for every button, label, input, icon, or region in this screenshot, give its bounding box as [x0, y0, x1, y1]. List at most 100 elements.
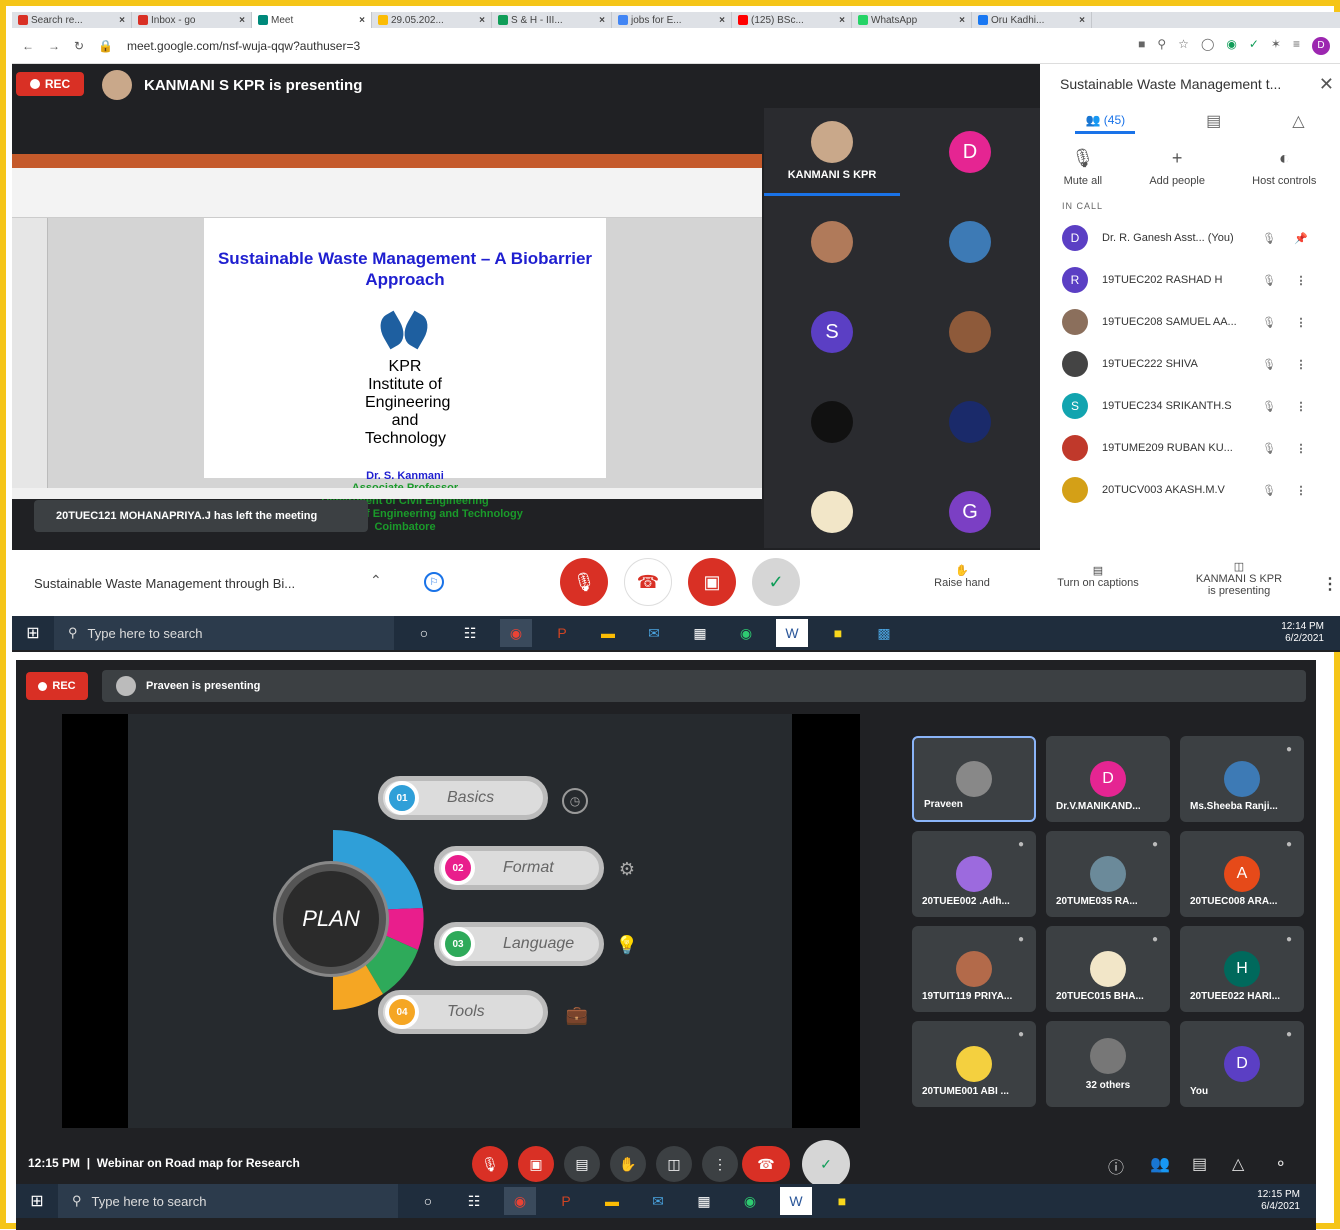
more-options-icon[interactable]: ⋮	[1286, 400, 1316, 413]
shield-icon[interactable]: ⚐	[424, 572, 444, 592]
browser-tab[interactable]: S & H - III... ×	[492, 12, 612, 28]
captions-button[interactable]: ▤	[564, 1146, 600, 1182]
windows-start-icon[interactable]: ⊞	[12, 623, 54, 643]
extension-icon[interactable]: ◉	[1226, 37, 1236, 55]
more-options-icon[interactable]: ⋮	[1286, 358, 1316, 371]
sticky-notes-icon[interactable]: ■	[826, 1187, 858, 1215]
host-controls-icon[interactable]: ⚬	[1274, 1154, 1287, 1174]
participant-tile[interactable]: 19TUIT119 PRIYA... ●	[912, 926, 1036, 1012]
chat-icon[interactable]: ▤	[1206, 111, 1221, 131]
powerpoint-icon[interactable]: P	[550, 1187, 582, 1215]
participant-tile[interactable]: A 20TUEC008 ARA... ●	[1180, 831, 1304, 917]
camera-icon[interactable]: ■	[1138, 37, 1145, 55]
mic-off-icon[interactable]: 🎙	[1252, 358, 1286, 371]
mic-off-icon[interactable]: 🎙	[1252, 274, 1286, 287]
participant-row[interactable]: R 19TUEC202 RASHAD H 🎙 ⋮	[1040, 259, 1340, 301]
word-icon[interactable]: W	[780, 1187, 812, 1215]
more-options-icon[interactable]: ⋮	[1286, 442, 1316, 455]
browser-tab[interactable]: Oru Kadhi... ×	[972, 12, 1092, 28]
extension-icon[interactable]: ◯	[1201, 37, 1214, 55]
mic-off-button[interactable]: 🎙	[560, 558, 608, 606]
participant-tile[interactable]: G	[902, 468, 1038, 556]
browser-tab[interactable]: jobs for E... ×	[612, 12, 732, 28]
participant-tile[interactable]: Praveen	[912, 736, 1036, 822]
participant-tile[interactable]	[764, 378, 900, 466]
participant-tile[interactable]: 32 others	[1046, 1021, 1170, 1107]
close-tab-icon[interactable]: ×	[599, 15, 605, 26]
participant-tile[interactable]: 20TUEE002 .Adh... ●	[912, 831, 1036, 917]
participant-tile[interactable]: S	[764, 288, 900, 376]
cortana-icon[interactable]: ○	[408, 619, 440, 647]
chrome-icon[interactable]: ◉	[504, 1187, 536, 1215]
participant-tile[interactable]: D You ●	[1180, 1021, 1304, 1107]
participant-tile[interactable]: 20TUME035 RA... ●	[1046, 831, 1170, 917]
windows-start-icon[interactable]: ⊞	[16, 1191, 58, 1211]
url-field[interactable]: meet.google.com/nsf-wuja-qqw?authuser=3	[127, 39, 1124, 53]
browser-tab[interactable]: WhatsApp ×	[852, 12, 972, 28]
participant-tile[interactable]	[902, 378, 1038, 466]
close-tab-icon[interactable]: ×	[119, 15, 125, 26]
edge-icon[interactable]: ◉	[734, 1187, 766, 1215]
browser-tab[interactable]: 29.05.202... ×	[372, 12, 492, 28]
taskbar-search[interactable]: ⚲ Type here to search	[58, 1184, 398, 1218]
taskbar-clock[interactable]: 12:14 PM 6/2/2021	[1281, 621, 1340, 645]
pin-icon[interactable]: 📌	[1286, 232, 1316, 245]
participant-row[interactable]: S 19TUEC234 SRIKANTH.S 🎙 ⋮	[1040, 385, 1340, 427]
file-explorer-icon[interactable]: ▬	[596, 1187, 628, 1215]
file-explorer-icon[interactable]: ▬	[592, 619, 624, 647]
participant-tile[interactable]: D Dr.V.MANIKAND...	[1046, 736, 1170, 822]
more-options-icon[interactable]: ⋮	[1286, 274, 1316, 287]
camera-off-button[interactable]: ▣	[688, 558, 736, 606]
browser-tab[interactable]: Inbox - go ×	[132, 12, 252, 28]
mic-off-icon[interactable]: 🎙	[1252, 400, 1286, 413]
taskbar-clock[interactable]: 12:15 PM 6/4/2021	[1257, 1189, 1316, 1213]
word-icon[interactable]: W	[776, 619, 808, 647]
close-tab-icon[interactable]: ×	[839, 15, 845, 26]
store-icon[interactable]: ▦	[684, 619, 716, 647]
close-tab-icon[interactable]: ×	[719, 15, 725, 26]
browser-tab[interactable]: (125) BSc... ×	[732, 12, 852, 28]
reload-icon[interactable]: ↻	[74, 39, 84, 53]
browser-tab[interactable]: Search re... ×	[12, 12, 132, 28]
participant-row[interactable]: 19TUEC208 SAMUEL AA... 🎙 ⋮	[1040, 301, 1340, 343]
participant-tile[interactable]: H 20TUEE022 HARI... ●	[1180, 926, 1304, 1012]
participant-tile[interactable]: KANMANI S KPR	[764, 108, 900, 196]
chrome-icon[interactable]: ◉	[500, 619, 532, 647]
puzzle-icon[interactable]: ✶	[1271, 37, 1281, 55]
more-options-icon[interactable]: ⋮	[1322, 574, 1338, 594]
more-options-icon[interactable]: ⋮	[1286, 316, 1316, 329]
host-controls-button[interactable]: ◐ Host controls	[1252, 148, 1316, 187]
raise-hand-button[interactable]: ✋ Raise hand	[922, 564, 1002, 589]
close-tab-icon[interactable]: ×	[359, 15, 365, 26]
participant-tile[interactable]: 20TUEC015 BHA... ●	[1046, 926, 1170, 1012]
camera-off-button[interactable]: ▣	[518, 1146, 554, 1182]
participant-tile[interactable]: Ms.Sheeba Ranji... ●	[1180, 736, 1304, 822]
zoom-icon[interactable]: ⚲	[1157, 37, 1166, 55]
store-icon[interactable]: ▦	[688, 1187, 720, 1215]
chevron-up-icon[interactable]: ⌃	[370, 572, 382, 589]
more-options-button[interactable]: ⋮	[702, 1146, 738, 1182]
photos-icon[interactable]: ▩	[868, 619, 900, 647]
presenting-button[interactable]: ◫ KANMANI S KPR is presenting	[1184, 560, 1294, 597]
participant-tile[interactable]	[764, 468, 900, 556]
more-options-icon[interactable]: ⋮	[1286, 484, 1316, 497]
info-icon[interactable]: ⓘ	[1108, 1154, 1124, 1178]
leave-call-button[interactable]: ☎	[624, 558, 672, 606]
participant-tile[interactable]	[764, 198, 900, 286]
back-icon[interactable]: ←	[22, 39, 34, 53]
mic-off-icon[interactable]: 🎙	[1252, 442, 1286, 455]
close-icon[interactable]: ✕	[1319, 74, 1334, 95]
participant-row[interactable]: 19TUEC222 SHIVA 🎙 ⋮	[1040, 343, 1340, 385]
profile-icon[interactable]: D	[1312, 36, 1330, 55]
tab-people[interactable]: 👥 (45)	[1075, 109, 1136, 134]
browser-tab[interactable]: Meet ×	[252, 12, 372, 28]
participant-row[interactable]: 20TUCV003 AKASH.M.V 🎙 ⋮	[1040, 469, 1340, 511]
raise-hand-button[interactable]: ✋	[610, 1146, 646, 1182]
task-view-icon[interactable]: ☷	[454, 619, 486, 647]
close-tab-icon[interactable]: ×	[959, 15, 965, 26]
reading-list-icon[interactable]: ≡	[1293, 37, 1300, 55]
cortana-icon[interactable]: ○	[412, 1187, 444, 1215]
powerpoint-icon[interactable]: P	[546, 619, 578, 647]
forward-icon[interactable]: →	[48, 39, 60, 53]
mic-off-icon[interactable]: 🎙	[1252, 484, 1286, 497]
